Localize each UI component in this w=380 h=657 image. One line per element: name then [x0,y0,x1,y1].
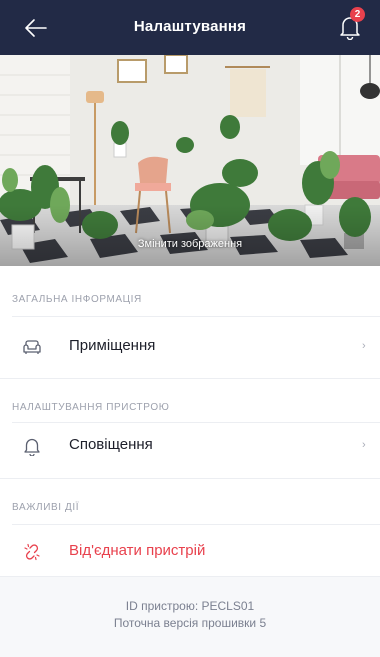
unpair-device-label: Від'єднати пристрій [69,542,206,559]
unpair-device-row[interactable]: Від'єднати пристрій [0,528,380,576]
top-app-bar: Налаштування 2 [0,0,380,55]
notification-badge: 2 [350,7,365,22]
room-settings-label: Приміщення [69,337,156,354]
page-title: Налаштування [133,18,247,35]
room-illustration [0,55,380,266]
change-image-button[interactable]: Змінити зображення [0,238,380,250]
section-header-device-settings: НАЛАШТУВАННЯ ПРИСТРОЮ [12,402,170,413]
notifications-label: Сповіщення [69,436,153,453]
divider [12,524,380,525]
divider [0,478,380,479]
section-header-general: ЗАГАЛЬНА ІНФОРМАЦІЯ [12,294,142,305]
sofa-icon [23,340,41,354]
chevron-right-icon: › [362,439,366,451]
bell-icon [24,438,40,456]
unlink-icon [24,543,40,561]
device-info-footer: ID пристрою: PECLS01 Поточна версія прош… [0,576,380,657]
chevron-right-icon: › [362,340,366,352]
firmware-version-text: Поточна версія прошивки 5 [113,616,267,630]
room-photo[interactable]: Змінити зображення [0,55,380,266]
notifications-row[interactable]: Сповіщення › [0,422,380,470]
device-id-text: ID пристрою: PECLS01 [125,599,255,613]
divider [12,316,380,317]
room-settings-row[interactable]: Приміщення › [0,323,380,371]
section-header-important-actions: ВАЖЛИВІ ДІЇ [12,502,80,513]
divider [0,378,380,379]
